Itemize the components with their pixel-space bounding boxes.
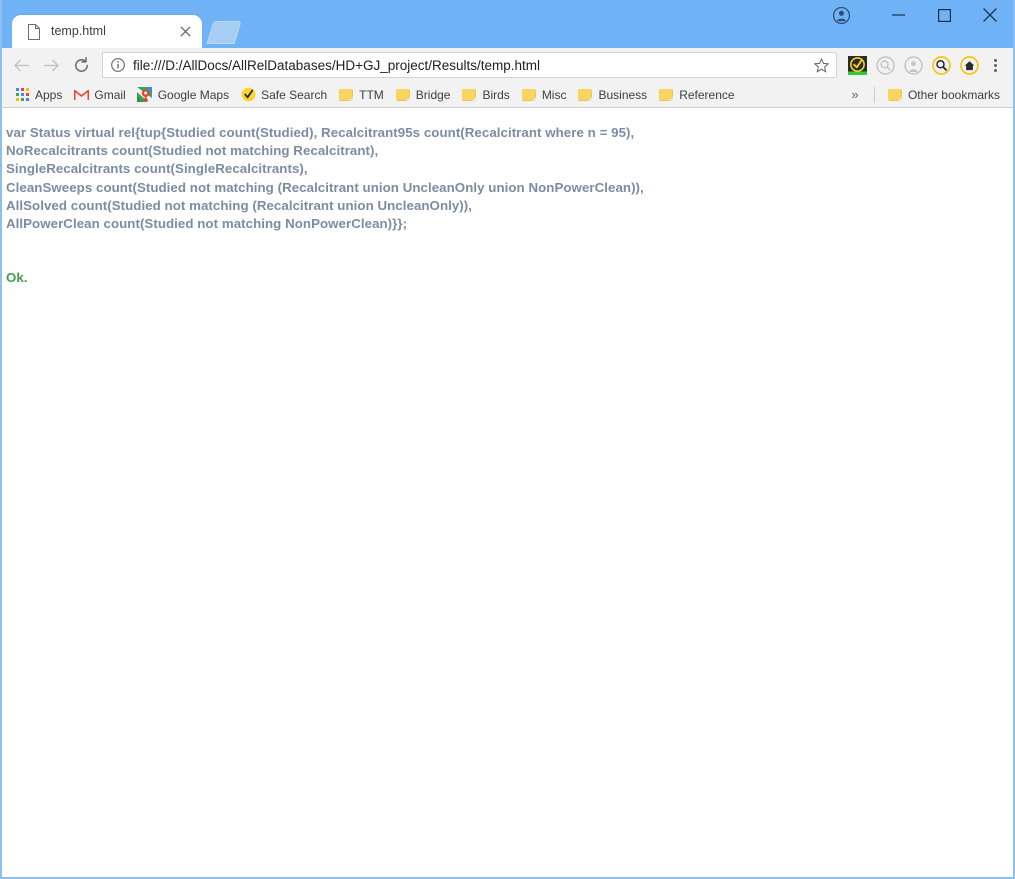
google-maps-pin-icon — [137, 87, 153, 103]
maximize-button[interactable] — [921, 0, 967, 30]
gmail-m-icon — [73, 87, 89, 103]
bookmark-item-reference[interactable]: Reference — [654, 84, 741, 105]
browser-window: temp.html file:///D:/AllDocs/AllRelDatab… — [0, 0, 1015, 879]
bookmark-label: Birds — [482, 87, 510, 102]
folder-icon — [395, 87, 411, 103]
folder-icon — [658, 87, 674, 103]
tutorial-d-statement-text: var Status virtual rel{tup{Studied count… — [6, 125, 644, 232]
bookmark-item-apps[interactable]: Apps — [10, 84, 69, 105]
safe-search-checkmark-extension-icon[interactable] — [843, 51, 871, 79]
close-button[interactable] — [967, 0, 1013, 30]
tab-close-icon[interactable] — [177, 23, 194, 40]
bookmark-item-business[interactable]: Business — [573, 84, 654, 105]
address-bar-input[interactable] — [133, 57, 810, 73]
tab-strip: temp.html — [2, 0, 821, 48]
browser-tab-temp-html[interactable]: temp.html — [12, 15, 202, 48]
chrome-menu-button[interactable] — [983, 51, 1007, 79]
bookmark-item-birds[interactable]: Birds — [457, 84, 516, 105]
bookmark-label: Apps — [35, 87, 63, 102]
bookmark-item-misc[interactable]: Misc — [517, 84, 574, 105]
search-magnifier-extension-icon[interactable] — [927, 51, 955, 79]
bookmark-label: Bridge — [415, 87, 451, 102]
bookmark-item-ttm[interactable]: TTM — [334, 84, 391, 105]
browser-toolbar — [2, 48, 1013, 82]
page-content: var Status virtual rel{tup{Studied count… — [2, 108, 1013, 877]
menu-dot — [993, 68, 997, 72]
new-tab-button[interactable] — [206, 19, 242, 46]
bookmark-item-gmail[interactable]: Gmail — [69, 84, 132, 105]
execution-result-text: Ok. — [6, 270, 28, 286]
bookmark-label: Business — [598, 87, 648, 102]
tab-title: temp.html — [51, 25, 106, 38]
bookmark-label: Safe Search — [261, 87, 328, 102]
window-controls — [821, 0, 1013, 48]
folder-icon — [461, 87, 477, 103]
profile-avatar-icon[interactable] — [821, 0, 861, 30]
address-bar[interactable] — [102, 52, 837, 78]
bookmarks-bar: Apps Gmail Google Maps Safe Search TTM B… — [2, 82, 1013, 108]
bookmarks-divider — [873, 86, 875, 103]
bookmark-label: Gmail — [94, 87, 126, 102]
title-bar: temp.html — [2, 0, 1013, 48]
folder-icon — [577, 87, 593, 103]
folder-icon — [521, 87, 537, 103]
bookmarks-overflow-chevron-icon[interactable]: » — [844, 84, 866, 105]
page-info-icon[interactable] — [110, 57, 126, 73]
back-button[interactable] — [6, 51, 36, 79]
menu-dot — [993, 58, 997, 62]
bookmark-label: Google Maps — [157, 87, 230, 102]
bookmark-label: Reference — [679, 87, 735, 102]
folder-icon — [338, 87, 354, 103]
grey-circle-extension-icon[interactable] — [899, 51, 927, 79]
bookmark-label: Other bookmarks — [907, 87, 1000, 102]
bookmark-item-google-maps[interactable]: Google Maps — [133, 84, 236, 105]
home-extension-icon[interactable] — [955, 51, 983, 79]
folder-icon — [887, 87, 903, 103]
bookmark-label: TTM — [359, 87, 384, 102]
new-tab-shape-icon — [206, 21, 242, 44]
apps-grid-icon — [14, 87, 30, 103]
bookmark-label: Misc — [541, 87, 567, 102]
forward-button[interactable] — [36, 51, 66, 79]
minimize-button[interactable] — [875, 0, 921, 30]
bookmark-item-other-bookmarks[interactable]: Other bookmarks — [883, 84, 1007, 105]
page-document-icon — [26, 23, 42, 40]
bookmark-item-bridge[interactable]: Bridge — [391, 84, 458, 105]
bookmark-item-safe-search[interactable]: Safe Search — [236, 84, 334, 105]
safe-search-check-icon — [240, 87, 256, 103]
menu-dot — [993, 63, 997, 67]
reload-button[interactable] — [66, 51, 96, 79]
bookmark-star-icon[interactable] — [810, 54, 832, 76]
zoom-out-magnifier-extension-icon[interactable] — [871, 51, 899, 79]
